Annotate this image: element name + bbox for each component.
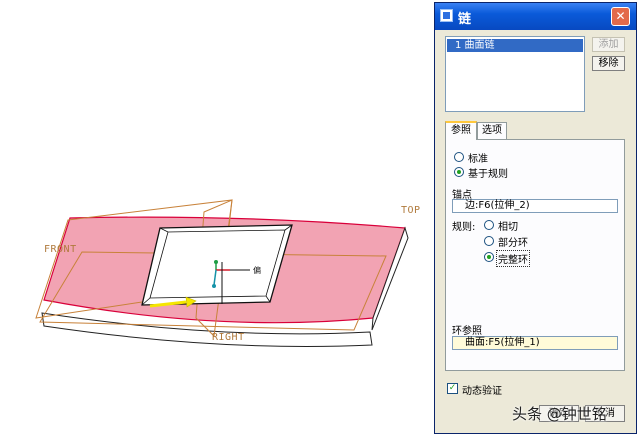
- chain-list[interactable]: 1 曲面链: [445, 36, 585, 112]
- pocket-cut: [141, 224, 293, 306]
- radio-partial-loop-label: 部分环: [498, 238, 528, 249]
- tab-reference[interactable]: 参照: [445, 121, 477, 140]
- radio-rule-based-label: 基于规则: [468, 169, 508, 180]
- tab-options[interactable]: 选项: [477, 122, 507, 139]
- watermark: 头条 @钟世铭: [512, 405, 607, 423]
- dialog-titlebar[interactable]: 链 ✕: [435, 3, 636, 30]
- rule-label: 规则:: [452, 222, 476, 233]
- radio-complete-loop[interactable]: [484, 252, 494, 262]
- dynamic-verify-checkbox[interactable]: ✓: [447, 383, 458, 394]
- reference-panel: 标准 基于规则 锚点 边:F6(拉伸_2) 规则: 相切 部分环 完整环 环参照…: [445, 139, 625, 371]
- chain-dialog: 链 ✕ 1 曲面链 添加 移除 参照 选项 标准 基于规则 锚点 边:F6(拉伸…: [434, 2, 637, 434]
- model-graphics[interactable]: 偏: [0, 0, 434, 438]
- radio-standard[interactable]: [454, 152, 464, 162]
- datum-label-front: FRONT: [44, 244, 77, 255]
- close-icon[interactable]: ✕: [611, 7, 630, 26]
- datum-label-right: RIGHT: [212, 332, 245, 343]
- radio-tangent[interactable]: [484, 220, 494, 230]
- radio-partial-loop[interactable]: [484, 236, 494, 246]
- chain-list-item[interactable]: 1 曲面链: [447, 39, 583, 52]
- model-viewport[interactable]: 偏 TOP FRONT RIGHT: [0, 0, 434, 438]
- loop-reference-field[interactable]: 曲面:F5(拉伸_1): [452, 336, 618, 350]
- loop-reference-label: 环参照: [452, 326, 482, 337]
- svg-text:偏: 偏: [253, 265, 261, 275]
- anchor-field[interactable]: 边:F6(拉伸_2): [452, 199, 618, 213]
- dialog-app-icon: [440, 9, 453, 22]
- radio-rule-based[interactable]: [454, 167, 464, 177]
- radio-standard-label: 标准: [468, 154, 488, 165]
- radio-tangent-label: 相切: [498, 222, 518, 233]
- add-button[interactable]: 添加: [592, 37, 625, 52]
- radio-complete-loop-label: 完整环: [496, 250, 530, 267]
- datum-label-top: TOP: [401, 205, 421, 216]
- dynamic-verify-label: 动态验证: [462, 386, 502, 397]
- remove-button[interactable]: 移除: [592, 56, 625, 71]
- dialog-title: 链: [458, 12, 472, 27]
